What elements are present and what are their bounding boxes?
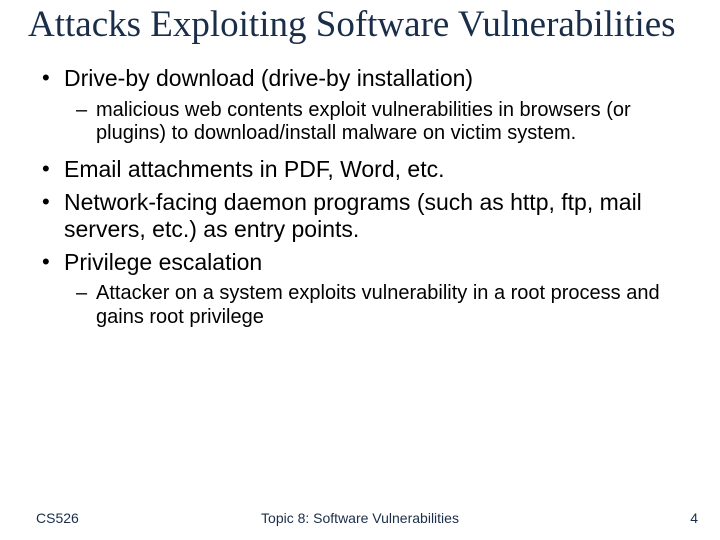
footer-center: Topic 8: Software Vulnerabilities <box>0 510 720 526</box>
bullet-text: Attacker on a system exploits vulnerabil… <box>96 282 660 328</box>
bullet-level2: malicious web contents exploit vulnerabi… <box>34 99 686 146</box>
bullet-text: Drive-by download (drive-by installation… <box>64 65 473 91</box>
bullet-level1: Email attachments in PDF, Word, etc. <box>34 156 686 183</box>
slide-title: Attacks Exploiting Software Vulnerabilit… <box>28 4 720 45</box>
bullet-level1: Privilege escalation <box>34 249 686 276</box>
bullet-level2: Attacker on a system exploits vulnerabil… <box>34 282 686 329</box>
slide-body: Drive-by download (drive-by installation… <box>34 65 686 329</box>
bullet-text: Privilege escalation <box>64 249 262 275</box>
bullet-text: malicious web contents exploit vulnerabi… <box>96 99 631 145</box>
bullet-level1: Drive-by download (drive-by installation… <box>34 65 686 92</box>
slide: Attacks Exploiting Software Vulnerabilit… <box>0 4 720 540</box>
footer-page-number: 4 <box>690 510 698 526</box>
bullet-level1: Network-facing daemon programs (such as … <box>34 189 686 243</box>
bullet-text: Email attachments in PDF, Word, etc. <box>64 156 445 182</box>
bullet-text: Network-facing daemon programs (such as … <box>64 189 642 242</box>
